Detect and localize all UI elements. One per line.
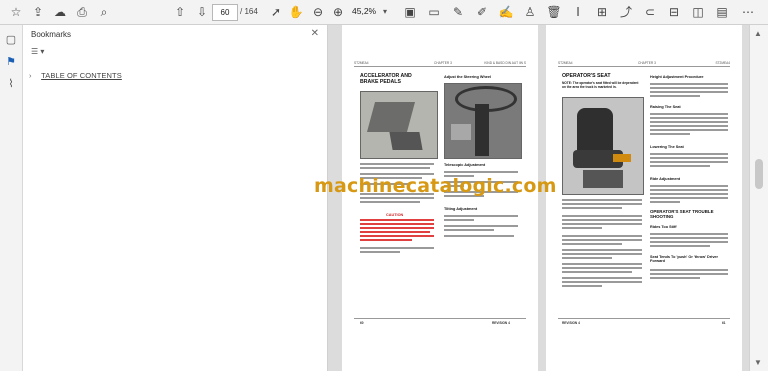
- header-center: CHAPTER 3: [638, 61, 656, 65]
- bookmark-item-label: TABLE OF CONTENTS: [41, 71, 122, 80]
- pdf-page-left: ST2MEA4 CHAPTER 3 KIND & BASD DIN AUT II…: [342, 25, 538, 371]
- steering-photo: [444, 83, 522, 159]
- bookmark-item[interactable]: › TABLE OF CONTENTS: [29, 71, 122, 80]
- document-viewer[interactable]: ST2MEA4 CHAPTER 3 KIND & BASD DIN AUT II…: [328, 25, 750, 371]
- more-icon[interactable]: ⋯: [740, 4, 756, 20]
- subsection-title: Lowering The Seat: [650, 145, 684, 149]
- subsection-title: Tilting Adjustment: [444, 207, 478, 211]
- section-title: OPERATOR'S SEAT: [562, 73, 611, 79]
- subsection-title: Raising The Seat: [650, 105, 681, 109]
- page-footer-right: REVISION 4: [492, 321, 510, 325]
- top-toolbar: ☆ ⇪ ☁ ⎙ ⌕ ⇧ ⇩ 60 / 164 ➚ ✋ ⊖ ⊕ 45,2% ▾ ▣…: [0, 0, 768, 25]
- section-title: Adjust the Steering Wheel: [444, 75, 492, 79]
- chevron-down-icon[interactable]: ▾: [383, 4, 387, 19]
- watermark-text: machinecatalogic.com: [314, 175, 557, 197]
- bookmark-add-icon[interactable]: ⊟: [666, 4, 682, 20]
- select-cursor-icon[interactable]: ➚: [268, 4, 284, 20]
- page-header: ST2MEA4 CHAPTER 3 KIND & BASD DIN AUT II…: [354, 61, 526, 67]
- left-nav-bar: ▢ ⚑ ⌇: [0, 25, 23, 371]
- text-edit-icon[interactable]: Ⅰ: [570, 4, 586, 20]
- signature-icon[interactable]: ✍: [498, 4, 514, 20]
- hand-tool-icon[interactable]: ✋: [288, 4, 304, 20]
- star-icon[interactable]: ☆: [8, 4, 24, 20]
- bookmarks-panel: Bookmarks ✕ ☰ ▾ › TABLE OF CONTENTS: [23, 25, 328, 371]
- subsection-title: Seat Tends To 'push' Or 'throw' Driver F…: [650, 255, 719, 263]
- header-right: KIND & BASD DIN AUT IIN S: [484, 61, 526, 65]
- subsection-title: Ride Adjustment: [650, 177, 681, 181]
- redact-icon[interactable]: ▤: [714, 4, 730, 20]
- caution-title: CAUTION: [386, 213, 404, 217]
- scroll-up-icon[interactable]: ▲: [754, 29, 762, 38]
- link-icon[interactable]: ⊂: [642, 4, 658, 20]
- zoom-out-icon[interactable]: ⊖: [310, 4, 326, 20]
- search-icon[interactable]: ⌕: [96, 4, 112, 20]
- page-footer-left: REVISION 4: [562, 321, 580, 325]
- page-footer-left: 60: [360, 321, 364, 325]
- pdf-page-right: ST2MEA4 CHAPTER 3 ST2MEA4 OPERATOR'S SEA…: [546, 25, 742, 371]
- previous-page-icon[interactable]: ⇧: [172, 4, 188, 20]
- header-right: ST2MEA4: [715, 61, 730, 65]
- note-text: NOTE: The operator's seat fitted will be…: [562, 81, 639, 89]
- next-page-icon[interactable]: ⇩: [194, 4, 210, 20]
- fit-page-icon[interactable]: ▣: [402, 4, 418, 20]
- stamp-icon[interactable]: ♙: [522, 4, 538, 20]
- vertical-scrollbar[interactable]: ▲ ▼: [749, 25, 768, 371]
- bookmark-options-button[interactable]: ☰ ▾: [31, 47, 53, 59]
- pedals-photo: [360, 91, 438, 159]
- seat-photo: [562, 97, 644, 195]
- comment-icon[interactable]: ▭: [426, 4, 442, 20]
- page-footer-right: 61: [722, 321, 726, 325]
- print-icon[interactable]: ⎙: [74, 4, 90, 20]
- attachment-icon[interactable]: ⌇: [4, 77, 18, 91]
- share-icon[interactable]: ⤴: [618, 4, 634, 20]
- subsection-title: Rides Too Stiff: [650, 225, 677, 229]
- header-center: CHAPTER 3: [434, 61, 452, 65]
- compare-icon[interactable]: ◫: [690, 4, 706, 20]
- zoom-in-icon[interactable]: ⊕: [330, 4, 346, 20]
- scroll-down-icon[interactable]: ▼: [754, 358, 762, 367]
- page-thumbnails-icon[interactable]: ▢: [4, 33, 18, 47]
- page-number-input[interactable]: 60: [212, 4, 238, 21]
- subsection-title: Height Adjustment Procedure: [650, 75, 704, 79]
- highlight-icon[interactable]: ✐: [474, 4, 490, 20]
- insert-image-icon[interactable]: ⊞: [594, 4, 610, 20]
- page-header: ST2MEA4 CHAPTER 3 ST2MEA4: [558, 61, 730, 67]
- section-title: ACCELERATOR AND BRAKE PEDALS: [360, 73, 412, 85]
- delete-icon[interactable]: 🗑: [546, 4, 562, 20]
- section-title: OPERATOR'S SEAT TROUBLE SHOOTING: [650, 209, 714, 219]
- cloud-upload-icon[interactable]: ☁: [52, 4, 68, 20]
- panel-title: Bookmarks: [31, 30, 72, 39]
- upload-icon[interactable]: ⇪: [30, 4, 46, 20]
- close-icon[interactable]: ✕: [311, 28, 319, 39]
- chevron-right-icon[interactable]: ›: [29, 71, 39, 80]
- bookmark-icon[interactable]: ⚑: [4, 55, 18, 69]
- header-left: ST2MEA4: [558, 61, 573, 65]
- subsection-title: Telescopic Adjustment: [444, 163, 486, 167]
- page-total: / 164: [240, 7, 258, 16]
- header-left: ST2MEA4: [354, 61, 369, 65]
- pen-icon[interactable]: ✎: [450, 4, 466, 20]
- scrollbar-thumb[interactable]: [755, 159, 763, 189]
